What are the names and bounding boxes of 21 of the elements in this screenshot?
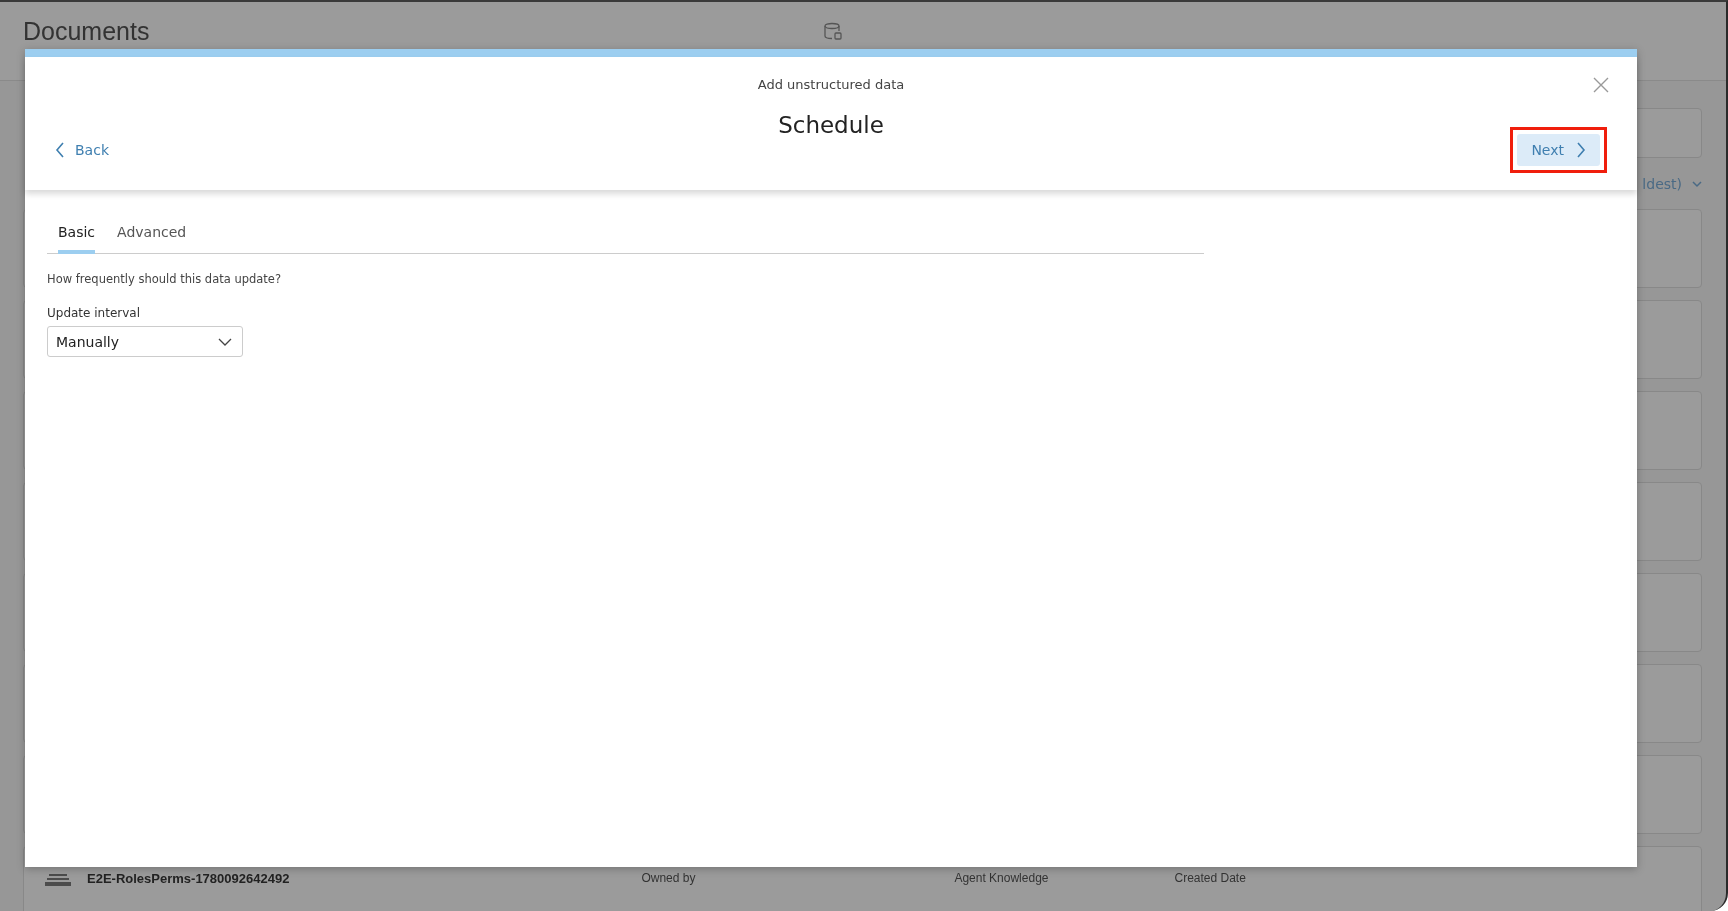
- caret-icon: [1692, 180, 1702, 188]
- owner-label: Owned by: [641, 871, 696, 885]
- dialog-subtitle: Add unstructured data: [757, 77, 905, 92]
- page-title: Documents: [23, 16, 150, 47]
- database-icon: [823, 22, 843, 42]
- document-name: E2E-RolesPerms-1780092642492: [87, 871, 290, 886]
- question-text: How frequently should this data update?: [47, 272, 282, 286]
- tab[interactable]: Basic: [58, 218, 96, 254]
- field-label: Update interval: [47, 306, 141, 320]
- date-label: Created Date: [1174, 871, 1246, 885]
- stack-icon: [45, 874, 71, 886]
- dialog-title: Schedule: [778, 112, 884, 138]
- document-type: Agent Knowledge: [954, 871, 1049, 885]
- back-button[interactable]: Back: [55, 142, 109, 158]
- chevron-down-icon: [218, 337, 232, 346]
- chevron-left-icon: [55, 142, 65, 158]
- next-button[interactable]: Next: [1517, 134, 1600, 166]
- tab[interactable]: Advanced: [117, 218, 187, 254]
- interval-dropdown[interactable]: Manually: [47, 326, 243, 357]
- close-button[interactable]: [1593, 77, 1609, 93]
- chevron-right-icon: [1576, 142, 1586, 158]
